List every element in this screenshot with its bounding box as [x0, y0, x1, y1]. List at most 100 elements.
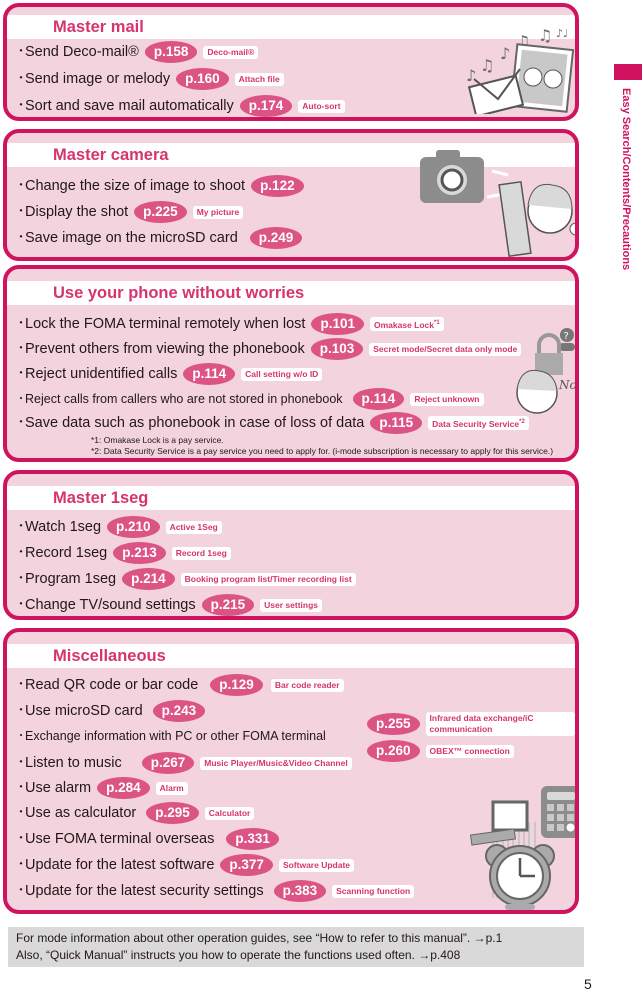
page-ref-link[interactable]: p.331 [226, 828, 279, 850]
function-tag: Alarm [155, 781, 188, 795]
footnote: *2: Data Security Service is a pay servi… [91, 446, 554, 456]
section-title: Miscellaneous [53, 647, 166, 665]
lock-girl-no-illustration: ? No! [516, 328, 579, 414]
section-miscellaneous: Miscellaneous ･ Read QR code or bar code… [3, 628, 579, 914]
bullet: ･ [17, 703, 25, 719]
footnote-marker: *1 [434, 319, 440, 326]
section-tab-marker [614, 64, 642, 80]
function-tag: Call setting w/o ID [241, 367, 323, 381]
page-ref-link[interactable]: p.225 [134, 201, 187, 223]
function-tag: Active 1Seg [165, 520, 222, 534]
page-ref-link[interactable]: p.114 [352, 388, 405, 410]
function-tag: Software Update [278, 858, 355, 872]
bullet: ･ [17, 857, 25, 873]
section-phone-security: Use your phone without worries ･ Lock th… [3, 265, 579, 462]
page-number: 5 [584, 976, 592, 992]
function-tag: Scanning function [332, 884, 415, 898]
list-item: ･ Use as calculator p.295 Calculator [17, 802, 255, 824]
page-ref-link[interactable]: p.249 [249, 227, 303, 249]
function-tag: Omakase Lock*1 [369, 316, 444, 332]
list-item: ･ Use FOMA terminal overseas p.331 [17, 828, 279, 850]
svg-text:♪: ♪ [500, 44, 510, 63]
page-ref-link[interactable]: p.214 [122, 568, 175, 590]
item-text: Reject unidentified calls [25, 366, 178, 382]
footer-note: For mode information about other operati… [8, 927, 584, 967]
no-text-graphic: No! [558, 378, 579, 392]
bullet: ･ [17, 366, 25, 382]
bullet: ･ [17, 883, 25, 899]
page-ref-link[interactable]: p.243 [152, 700, 206, 722]
item-text: Send Deco-mail® [25, 44, 139, 60]
bullet: ･ [17, 415, 25, 431]
item-text: Exchange information with PC or other FO… [25, 729, 326, 743]
page-ref-link[interactable]: p.101 [311, 313, 364, 335]
page-ref-link[interactable]: p.158 [144, 41, 198, 63]
item-text: Reject calls from callers who are not st… [25, 392, 343, 406]
function-tag: My picture [192, 205, 244, 219]
camera-icon [420, 150, 484, 203]
page-ref-link[interactable]: p.129 [210, 674, 263, 696]
page-ref-link[interactable]: p.213 [113, 542, 166, 564]
list-item: ･ Update for the latest software p.377 S… [17, 854, 355, 876]
section-tab-label: Easy Search/Contents/Precautions [620, 88, 632, 271]
page-ref-link[interactable]: p.284 [97, 777, 150, 799]
page-ref-link[interactable]: p.267 [141, 752, 195, 774]
calculator-icon [541, 786, 575, 838]
item-text: Program 1seg [25, 571, 117, 587]
list-item: ･ Use microSD card p.243 [17, 700, 206, 722]
list-item: ･ Record 1seg p.213 Record 1seg [17, 542, 231, 564]
page-ref-link[interactable]: p.377 [220, 854, 273, 876]
list-item: ･ Send image or melody p.160 Attach file [17, 68, 284, 90]
page-ref-link[interactable]: p.160 [176, 68, 229, 90]
page-ref-link[interactable]: p.103 [310, 338, 364, 360]
item-text: Change TV/sound settings [25, 597, 196, 613]
item-text: Record 1seg [25, 545, 108, 561]
section-title: Use your phone without worries [53, 284, 305, 302]
function-tag: OBEX™ connection [425, 744, 514, 758]
page-ref-link[interactable]: p.260 [367, 740, 420, 762]
function-tag: Infrared data exchange/iC communication [425, 712, 575, 736]
list-item: ･ Use alarm p.284 Alarm [17, 777, 188, 799]
list-item: ･ Reject unidentified calls p.114 Call s… [17, 363, 323, 385]
page-ref-link[interactable]: p.114 [183, 363, 236, 385]
bullet: ･ [17, 204, 25, 220]
item-text: Use as calculator [25, 805, 137, 821]
section-master-1seg: Master 1seg ･ Watch 1seg p.210 Active 1S… [3, 470, 579, 620]
bullet: ･ [17, 519, 25, 535]
list-item: ･ Update for the latest security setting… [17, 880, 415, 902]
bullet: ･ [17, 780, 25, 796]
list-item: ･ Change the size of image to shoot p.12… [17, 175, 304, 197]
section-title: Master 1seg [53, 489, 149, 507]
bullet: ･ [17, 341, 25, 357]
bullet: ･ [17, 677, 25, 693]
page-ref-link[interactable]: p.210 [107, 516, 160, 538]
item-text: Save image on the microSD card [25, 230, 238, 246]
bullet: ･ [17, 98, 25, 114]
svg-text:♫: ♫ [480, 56, 494, 75]
page-ref-link[interactable]: p.174 [239, 95, 293, 117]
page-ref-link[interactable]: p.383 [273, 880, 327, 902]
svg-text:♪♩: ♪♩ [556, 27, 568, 40]
page-ref-link[interactable]: p.122 [251, 175, 304, 197]
function-tag: Secret mode/Secret data only mode [369, 342, 522, 356]
tag-text: Data Security Service [432, 418, 520, 429]
list-item: ･ Read QR code or bar code p.129 Bar cod… [17, 674, 344, 696]
function-tag: Reject unknown [410, 392, 484, 406]
phone-icon [498, 180, 532, 257]
exchange-ref: p.260 OBEX™ connection [367, 740, 514, 762]
page-ref-link[interactable]: p.295 [146, 802, 199, 824]
item-text: Use microSD card [25, 703, 143, 719]
item-text: Read QR code or bar code [25, 677, 199, 693]
bullet: ･ [17, 831, 25, 847]
footer-line-2: Also, “Quick Manual” instructs you how t… [16, 948, 461, 962]
item-text: Change the size of image to shoot [25, 178, 246, 194]
page-ref-link[interactable]: p.115 [370, 412, 423, 434]
page-ref-link[interactable]: p.255 [367, 713, 420, 735]
page-ref-link[interactable]: p.215 [201, 594, 255, 616]
item-text: Sort and save mail automatically [25, 98, 234, 114]
list-item: ･ Listen to music p.267 Music Player/Mus… [17, 752, 352, 774]
function-tag: Record 1seg [171, 546, 231, 560]
camera-phone-illustration [420, 148, 575, 257]
item-text: Lock the FOMA terminal remotely when los… [25, 316, 306, 332]
question-person-icon: ? [559, 328, 575, 351]
